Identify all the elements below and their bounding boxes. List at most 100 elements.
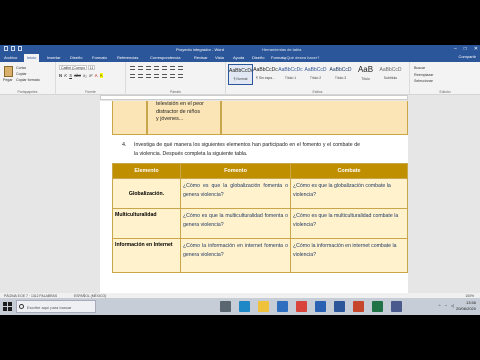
highlight-button[interactable]: A: [99, 73, 103, 78]
cell-combate[interactable]: ¿Cómo es que la multiculturalidad combat…: [290, 208, 408, 239]
show-marks-icon[interactable]: [178, 66, 183, 70]
instruction-number: 4.: [122, 142, 127, 148]
tab-diseno[interactable]: Diseño: [70, 55, 82, 60]
tab-ayuda[interactable]: Ayuda: [233, 55, 244, 60]
tab-archivo[interactable]: Archivo: [4, 55, 17, 60]
page-word-count[interactable]: PÁGINA 5 DE 7 · 1312 PALABRAS: [4, 294, 57, 298]
select-button[interactable]: Seleccionar: [414, 78, 433, 85]
volume-icon[interactable]: ◁: [451, 303, 454, 308]
ruler-bar[interactable]: [100, 95, 408, 100]
tab-formato[interactable]: Formato: [92, 55, 107, 60]
cell-combate[interactable]: ¿Cómo la información en internet combate…: [290, 238, 408, 273]
previous-table-cell: [221, 101, 408, 135]
sort-icon[interactable]: [170, 66, 175, 70]
close-icon[interactable]: ✕: [474, 46, 478, 52]
increase-indent-icon[interactable]: [162, 66, 167, 70]
bullets-icon[interactable]: [130, 66, 135, 70]
photos-icon[interactable]: [391, 301, 402, 312]
paste-button[interactable]: Pegar: [3, 78, 13, 82]
network-icon[interactable]: ◔: [445, 303, 447, 308]
cell-elemento[interactable]: Información en Internet: [112, 238, 181, 273]
task-view-icon[interactable]: [220, 301, 231, 312]
cell-fomento[interactable]: ¿Cómo la información en internet fomenta…: [180, 238, 291, 273]
zoom-level[interactable]: 100%: [465, 294, 474, 298]
numbering-icon[interactable]: [138, 66, 143, 70]
tab-vista[interactable]: Vista: [215, 55, 224, 60]
tab-revisar[interactable]: Revisar: [194, 55, 208, 60]
cell-fomento[interactable]: ¿Cómo es que la globalización fomenta o …: [180, 178, 291, 209]
chrome-icon[interactable]: [296, 301, 307, 312]
window-controls: – □ ✕: [454, 46, 478, 52]
paragraph-label: Párrafo: [169, 90, 182, 94]
mail-icon[interactable]: [315, 301, 326, 312]
line-spacing-icon[interactable]: [162, 74, 167, 78]
cell-fomento[interactable]: ¿Cómo es que la multiculturalidad foment…: [180, 208, 291, 239]
borders-icon[interactable]: [178, 74, 183, 78]
justify-icon[interactable]: [154, 74, 159, 78]
style-titulo-2[interactable]: AaBbCcD Título 2: [303, 64, 328, 85]
share-button[interactable]: Compartir: [458, 54, 476, 59]
style-name: ¶ Sin espa...: [256, 76, 275, 80]
minimize-icon[interactable]: –: [454, 46, 457, 52]
font-color-button[interactable]: A: [95, 73, 98, 78]
edge-icon[interactable]: [239, 301, 250, 312]
instruction-text: Investiga de qué manera los siguientes e…: [134, 142, 360, 157]
word-icon[interactable]: [334, 301, 345, 312]
style-sin-espaciado[interactable]: AaBbCcDc ¶ Sin espa...: [253, 64, 278, 85]
style-titulo-1[interactable]: AaBbCcDc Título 1: [278, 64, 303, 85]
align-left-icon[interactable]: [130, 74, 135, 78]
font-group: Calibri (Cuerpo 11 N K S abc x₂ x² A A F…: [56, 62, 126, 95]
format-painter-button[interactable]: Copiar formato: [16, 77, 40, 83]
tab-referencias[interactable]: Referencias: [117, 55, 138, 60]
tab-insertar[interactable]: Insertar: [47, 55, 61, 60]
table-row: Multiculturalidad ¿Cómo es que la multic…: [112, 208, 408, 239]
align-center-icon[interactable]: [138, 74, 143, 78]
chevron-up-icon[interactable]: ^: [439, 303, 441, 308]
font-name-select[interactable]: Calibri (Cuerpo: [59, 65, 87, 70]
cell-elemento[interactable]: Multiculturalidad: [112, 208, 181, 239]
table-row: Información en Internet ¿Cómo la informa…: [112, 238, 408, 273]
style-titulo-3[interactable]: AaBbCcD Título 3: [328, 64, 353, 85]
explorer-icon[interactable]: [258, 301, 269, 312]
taskbar-clock[interactable]: 13:56 20/06/2020: [456, 300, 476, 312]
bold-button[interactable]: N: [59, 73, 62, 78]
strikethrough-button[interactable]: abc: [74, 73, 81, 78]
editing-label: Edición: [439, 90, 451, 94]
table-header-row: Elemento Fomento Combate: [112, 163, 408, 179]
document-page[interactable]: televisión en el peor distractor de niño…: [100, 101, 408, 307]
tab-inicio[interactable]: Inicio: [24, 54, 40, 62]
align-right-icon[interactable]: [146, 74, 151, 78]
style-sample: AaBbCcD: [379, 67, 402, 73]
style-subtitulo[interactable]: AaBbCcD Subtítulo: [378, 64, 403, 85]
store-icon[interactable]: [277, 301, 288, 312]
styles-label: Estilos: [312, 90, 323, 94]
tab-table-diseno[interactable]: Diseño: [252, 55, 264, 60]
shading-icon[interactable]: [170, 74, 175, 78]
underline-button[interactable]: S: [69, 73, 72, 78]
style-normal[interactable]: AaBbCcDc ¶ Normal: [228, 64, 253, 85]
cell-elemento[interactable]: Globalización.: [112, 178, 181, 209]
decrease-indent-icon[interactable]: [154, 66, 159, 70]
windows-start-icon[interactable]: [3, 302, 12, 311]
tab-correspondencia[interactable]: Correspondencia: [150, 55, 180, 60]
italic-button[interactable]: K: [64, 73, 67, 78]
ribbon: Pegar Cortar Copiar Copiar formato Porta…: [0, 62, 480, 95]
font-size-select[interactable]: 11: [88, 65, 95, 70]
style-titulo[interactable]: AaB Título: [353, 64, 378, 85]
font-format-buttons: N K S abc x₂ x² A A: [59, 73, 103, 78]
maximize-icon[interactable]: □: [464, 46, 467, 52]
language-indicator[interactable]: ESPAÑOL (MÉXICO): [74, 294, 106, 298]
excel-icon[interactable]: [372, 301, 383, 312]
table-row: Globalización. ¿Cómo es que la globaliza…: [112, 178, 408, 209]
multilevel-list-icon[interactable]: [146, 66, 151, 70]
subscript-button[interactable]: x₂: [83, 73, 87, 78]
superscript-button[interactable]: x²: [89, 73, 93, 78]
taskbar-search[interactable]: Escribe aquí para buscar: [16, 300, 96, 313]
paste-icon[interactable]: [4, 66, 13, 77]
ribbon-tabs: Archivo Inicio Insertar Diseño Formato R…: [0, 53, 480, 62]
styles-group: AaBbCcDc ¶ Normal AaBbCcDc ¶ Sin espa... A…: [226, 62, 410, 95]
header-fomento: Fomento: [180, 163, 291, 179]
cell-combate[interactable]: ¿Cómo es que la globalización combate la…: [290, 178, 408, 209]
tell-me-search[interactable]: ¿Qué desea hacer?: [284, 55, 319, 60]
powerpoint-icon[interactable]: [353, 301, 364, 312]
